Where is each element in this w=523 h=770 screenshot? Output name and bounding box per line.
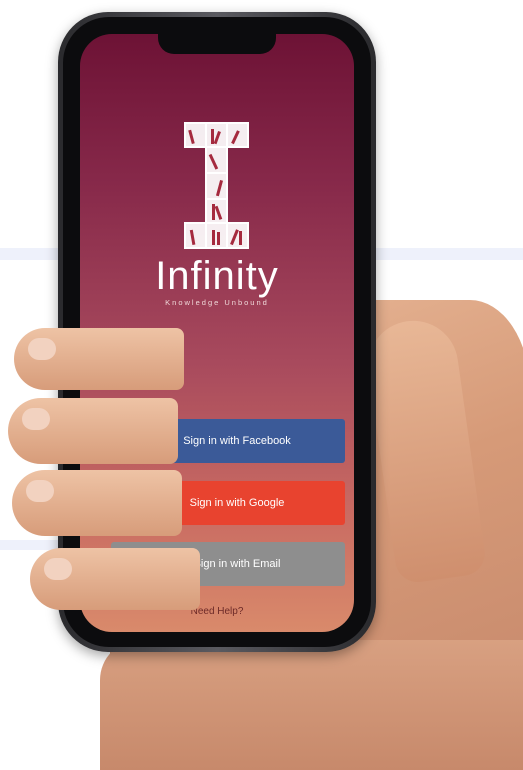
finger-index: [14, 328, 184, 390]
finger-middle: [8, 398, 178, 464]
google-button-label: Sign in with Google: [189, 497, 285, 509]
finger-ring: [12, 470, 182, 536]
facebook-button-label: Sign in with Facebook: [183, 435, 291, 447]
infinity-logo-icon: [184, 122, 249, 249]
finger-pinky: [30, 548, 200, 610]
app-tagline: Knowledge Unbound: [165, 298, 269, 307]
app-name: Infinity: [155, 254, 279, 298]
phone-notch: [158, 34, 276, 54]
wrist: [100, 640, 523, 770]
